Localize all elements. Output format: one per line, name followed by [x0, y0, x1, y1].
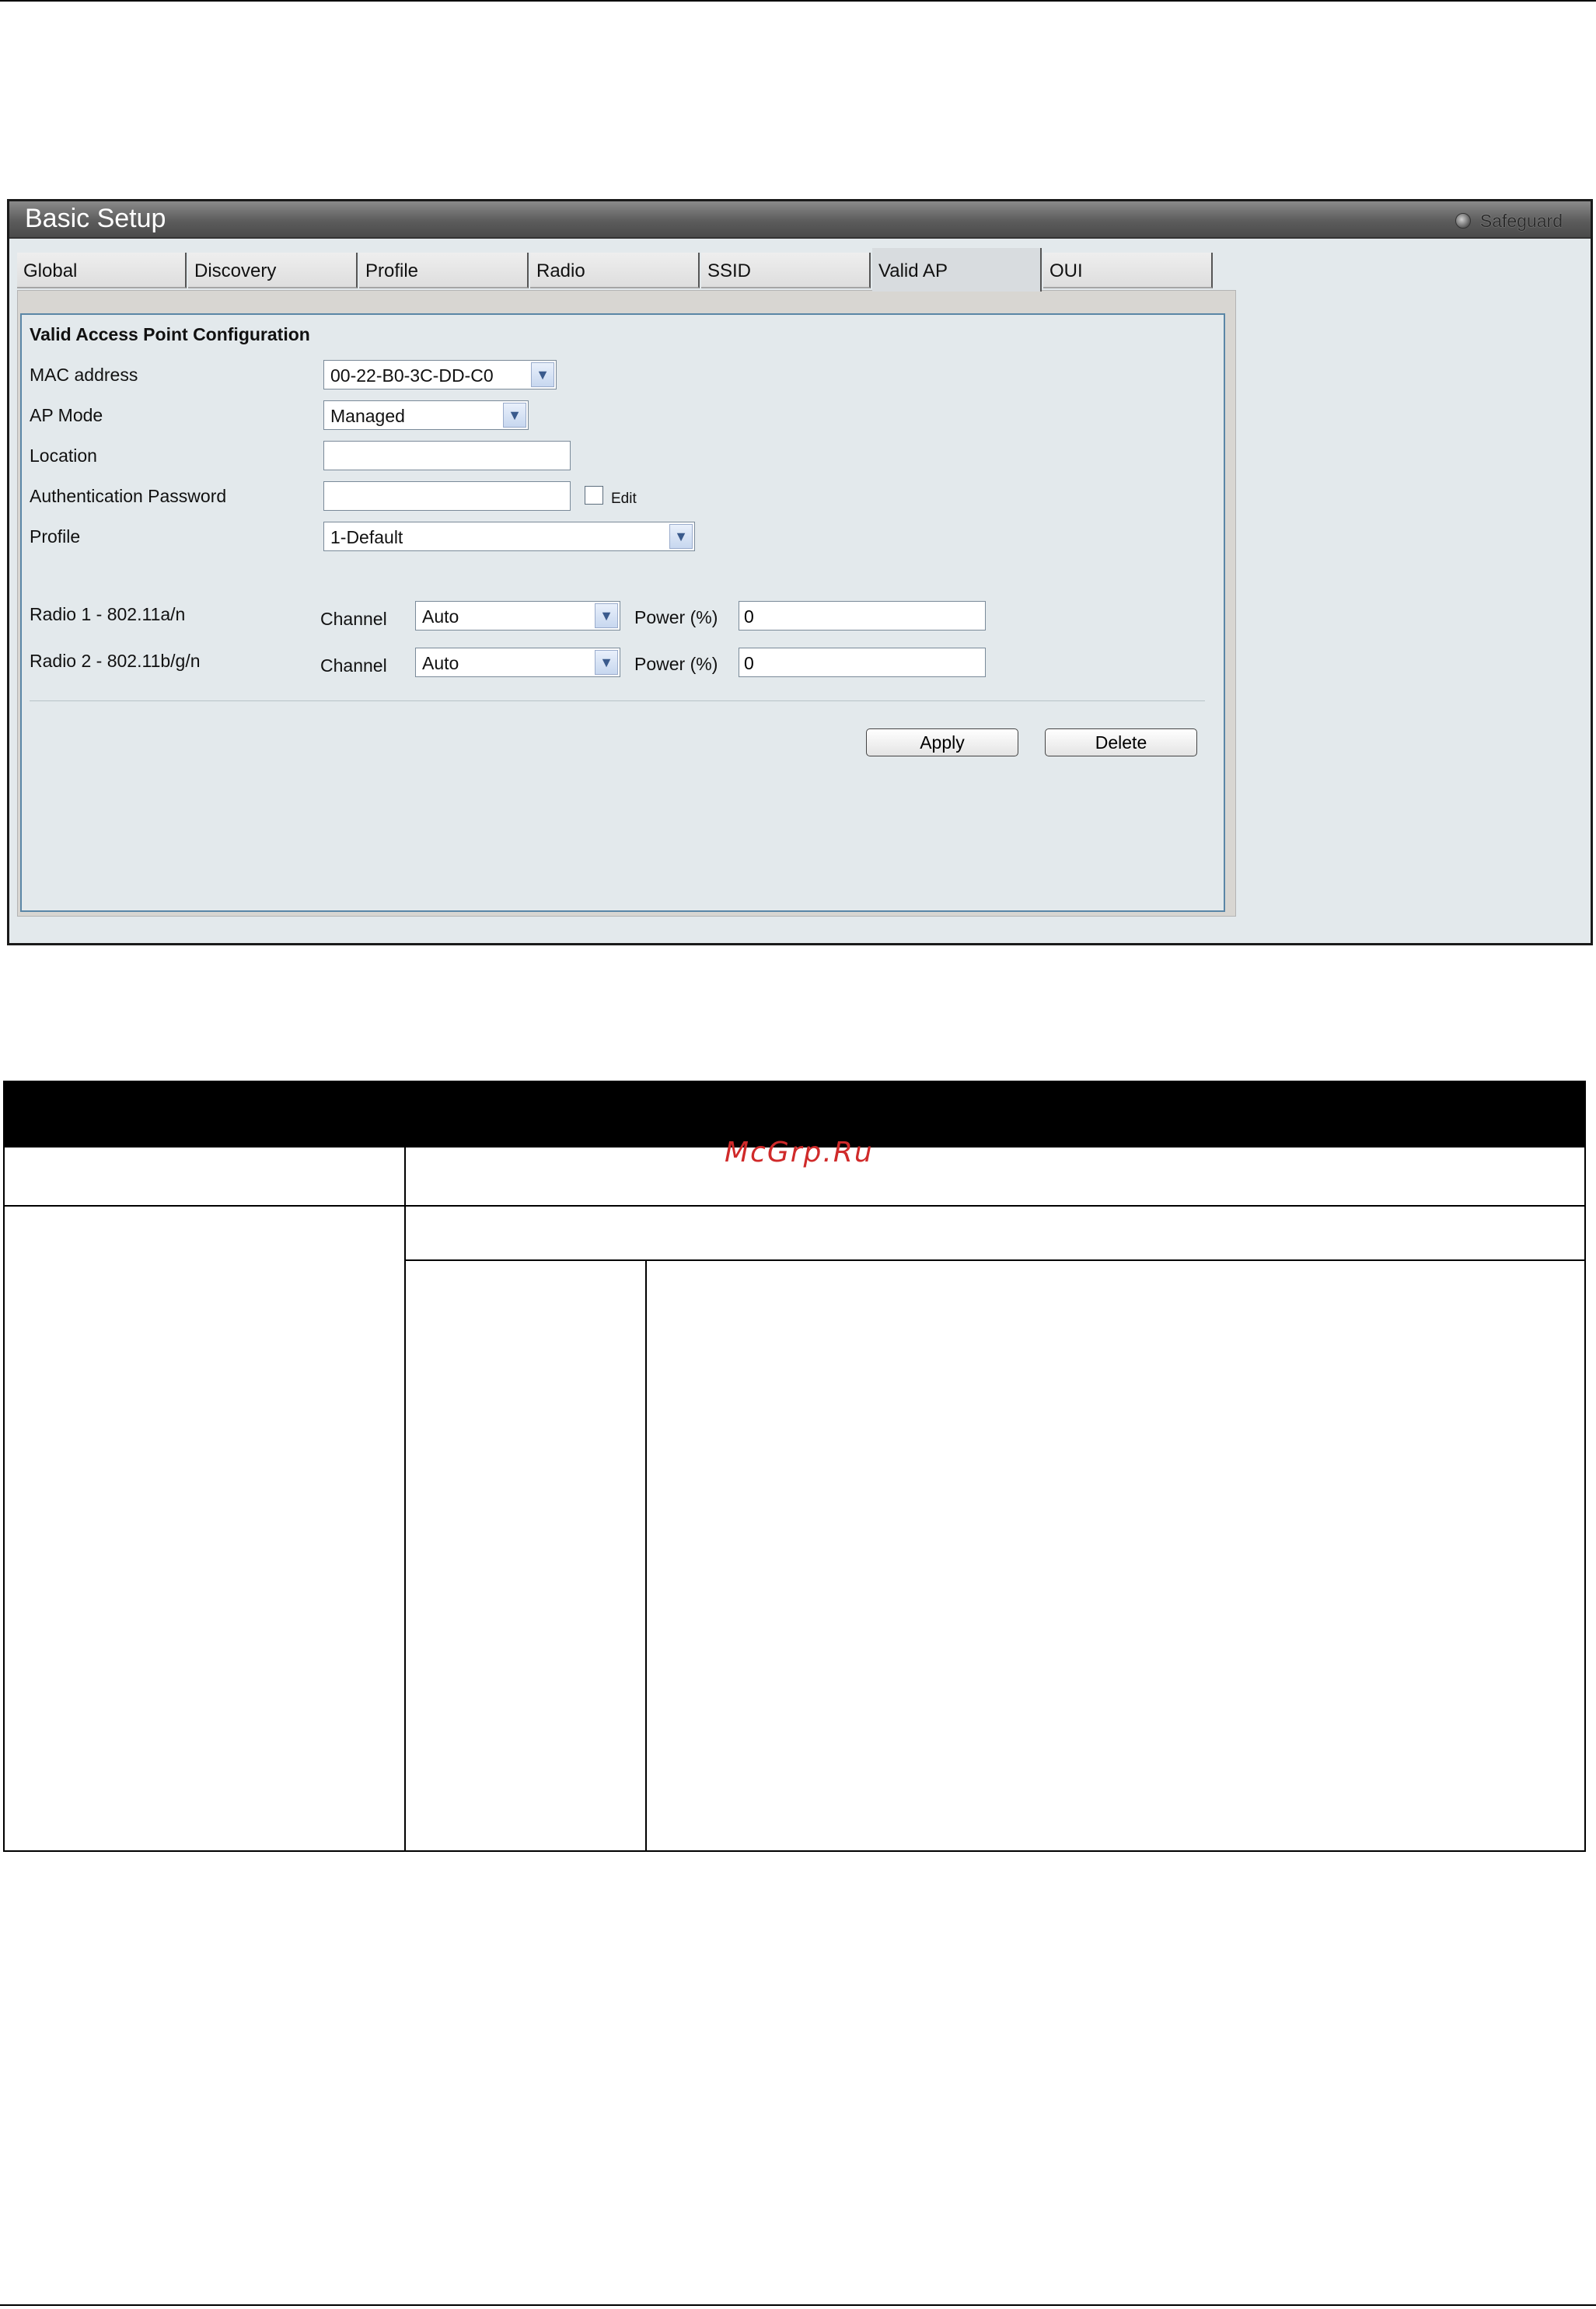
mac-address-label: MAC address: [30, 365, 138, 385]
mac-address-value: 00-22-B0-3C-DD-C0: [330, 365, 494, 386]
profile-value: 1-Default: [330, 527, 403, 547]
row-divider: [404, 1259, 1584, 1261]
safeguard-label: Safeguard: [1479, 210, 1563, 231]
safeguard-status-icon: [1455, 213, 1471, 229]
profile-select[interactable]: 1-Default ▼: [323, 522, 695, 551]
location-label: Location: [30, 445, 97, 466]
tab-valid-ap[interactable]: Valid AP: [872, 248, 1042, 292]
profile-label: Profile: [30, 526, 81, 547]
top-rule: [0, 0, 1596, 2]
tab-profile[interactable]: Profile: [359, 253, 529, 288]
column-divider: [645, 1259, 647, 1850]
chevron-down-icon: ▼: [531, 362, 554, 387]
tab-ssid[interactable]: SSID: [701, 253, 871, 288]
chevron-down-icon: ▼: [595, 603, 618, 628]
edit-label: Edit: [611, 491, 637, 507]
tab-discovery[interactable]: Discovery: [188, 253, 358, 288]
delete-button[interactable]: Delete: [1045, 728, 1197, 756]
auth-password-label: Authentication Password: [30, 486, 227, 506]
chevron-down-icon: ▼: [669, 524, 693, 549]
radio2-label: Radio 2 - 802.11b/g/n: [30, 651, 201, 671]
radio1-channel-select[interactable]: Auto ▼: [415, 601, 620, 631]
bottom-rule: [0, 2304, 1596, 2306]
tab-bar: Global Discovery Profile Radio SSID Vali…: [17, 248, 1230, 292]
radio2-channel-select[interactable]: Auto ▼: [415, 648, 620, 677]
location-input[interactable]: [323, 441, 571, 470]
radio1-channel-value: Auto: [422, 606, 459, 627]
tab-oui[interactable]: OUI: [1043, 253, 1213, 288]
row-divider: [5, 1205, 1584, 1207]
form-divider: [30, 700, 1205, 701]
valid-ap-form: Valid Access Point Configuration MAC add…: [20, 313, 1225, 912]
ap-mode-select[interactable]: Managed ▼: [323, 400, 529, 430]
ap-mode-value: Managed: [330, 406, 405, 426]
radio1-power-input[interactable]: 0: [739, 601, 986, 631]
radio1-power-label: Power (%): [634, 607, 718, 627]
radio2-channel-label: Channel: [320, 655, 387, 676]
radio2-channel-value: Auto: [422, 653, 459, 673]
radio2-power-label: Power (%): [634, 654, 718, 674]
ap-mode-label: AP Mode: [30, 405, 103, 425]
parameter-table: [3, 1081, 1586, 1852]
tab-global[interactable]: Global: [17, 253, 187, 288]
basic-setup-window: Basic Setup Safeguard Global Discovery P…: [7, 199, 1593, 945]
title-bar: Basic Setup Safeguard: [9, 201, 1591, 239]
edit-checkbox[interactable]: [585, 486, 603, 505]
chevron-down-icon: ▼: [503, 403, 526, 428]
section-title: Valid Access Point Configuration: [30, 324, 310, 344]
safeguard-indicator[interactable]: Safeguard: [1455, 211, 1563, 231]
mac-address-select[interactable]: 00-22-B0-3C-DD-C0 ▼: [323, 360, 557, 389]
apply-button[interactable]: Apply: [866, 728, 1018, 756]
window-title: Basic Setup: [25, 204, 166, 233]
tab-radio[interactable]: Radio: [530, 253, 700, 288]
chevron-down-icon: ▼: [595, 650, 618, 675]
auth-password-input[interactable]: [323, 481, 571, 511]
radio1-channel-label: Channel: [320, 609, 387, 629]
radio1-label: Radio 1 - 802.11a/n: [30, 604, 186, 624]
radio2-power-input[interactable]: 0: [739, 648, 986, 677]
watermark: McGrp.Ru: [725, 1137, 874, 1168]
column-divider: [404, 1148, 406, 1850]
